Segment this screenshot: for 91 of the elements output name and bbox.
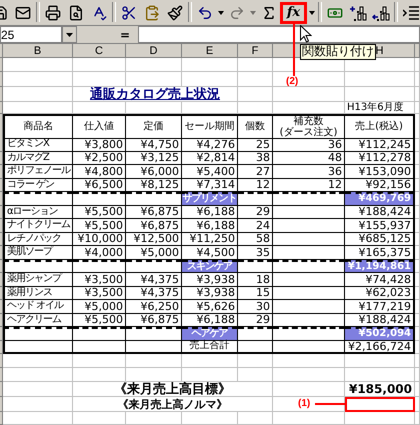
table-cell: ¥3,800 [73, 138, 126, 152]
target-label: 《来月売上高目標》 [73, 382, 273, 397]
table-cell: ¥2,500 [73, 152, 126, 165]
table-cell: ¥153,090 [345, 165, 415, 178]
table-cell: 29 [238, 314, 273, 327]
table-cell: ¥6,188 [182, 219, 238, 232]
table-cell: 58 [238, 232, 273, 246]
table-cell: ¥3,938 [182, 286, 238, 300]
table-cell: ¥4,000 [73, 246, 126, 260]
period-label: H13年6月度 [345, 102, 415, 114]
equals-sign: = [118, 26, 131, 43]
table-cell: 38 [238, 152, 273, 165]
product-name: ナイトクリーム [3, 219, 73, 232]
product-name: 薬用シャンプ [3, 273, 73, 286]
product-name: ヘアクリーム [3, 314, 73, 327]
total-amount: ¥2,166,724 [345, 340, 415, 354]
table-cell: ¥188,424 [345, 206, 415, 219]
table-cell: ¥3,500 [73, 273, 126, 286]
table-cell: 25 [238, 138, 273, 152]
table-cell: ¥155,937 [345, 219, 415, 232]
product-name: 薬用リンス [3, 286, 73, 300]
table-cell: 18 [238, 273, 273, 286]
table-cell: 12 [273, 178, 345, 192]
sheet-title: 通販カタログ売上状況 [73, 87, 238, 102]
table-cell: ¥5,626 [182, 300, 238, 314]
table-cell: ¥74,428 [345, 273, 415, 286]
subtotal-amount: ¥1,194,861 [345, 260, 415, 273]
callout-label: (1) [298, 398, 310, 409]
table-cell: 36 [273, 138, 345, 152]
table-cell: ¥3,500 [73, 286, 126, 300]
column-heading: セール期間 [182, 114, 238, 139]
table-cell: ¥4,800 [73, 165, 126, 178]
category-label: スキンケア [182, 260, 238, 273]
table-cell: 15 [238, 286, 273, 300]
table-cell: 48 [273, 152, 345, 165]
table-cell: ¥4,375 [126, 273, 182, 286]
column-heading: 商品名 [3, 114, 73, 139]
table-cell: ¥62,023 [345, 286, 415, 300]
table-cell: ¥6,875 [126, 314, 182, 327]
table-cell: ¥10,000 [73, 232, 126, 246]
table-cell: ¥4,750 [126, 138, 182, 152]
table-cell: ¥11,250 [182, 232, 238, 246]
table-cell: ¥685,125 [345, 232, 415, 246]
table-cell: ¥6,000 [126, 165, 182, 178]
table-cell: ¥6,875 [126, 206, 182, 219]
table-cell: ¥2,814 [182, 152, 238, 165]
category-label: サプリメント [182, 192, 238, 206]
product-name: 美肌ソープ [3, 246, 73, 260]
column-heading: 売上(税込) [345, 114, 415, 139]
table-cell: ¥5,000 [73, 300, 126, 314]
callout-label: (2) [286, 76, 298, 87]
subtotal-amount: ¥502,094 [345, 327, 415, 340]
table-cell: ¥112,245 [345, 138, 415, 152]
table-cell: ¥12,500 [126, 232, 182, 246]
table-cell: ¥177,219 [345, 300, 415, 314]
table-cell: 36 [273, 165, 345, 178]
table-cell: 24 [238, 219, 273, 232]
table-cell: ¥4,276 [182, 138, 238, 152]
target-label: 《来月売上高ノルマ》 [73, 397, 273, 412]
table-cell: 30 [238, 300, 273, 314]
column-heading: 仕入値 [73, 114, 126, 139]
table-cell: ¥6,500 [73, 178, 126, 192]
product-name: コラー ゲン [3, 178, 73, 192]
table-cell: 27 [238, 165, 273, 178]
table-cell: ¥5,400 [182, 165, 238, 178]
table-cell: ¥6,188 [182, 206, 238, 219]
table-cell: ¥4,375 [126, 286, 182, 300]
table-cell: 29 [238, 206, 273, 219]
product-name: カルマグZ [3, 152, 73, 165]
tooltip: 関数貼り付け [300, 44, 376, 60]
table-cell: ¥3,125 [126, 152, 182, 165]
column-heading: 個数 [238, 114, 273, 139]
product-name: ポリフェノール [3, 165, 73, 178]
table-cell: ¥5,500 [73, 314, 126, 327]
table-cell: ¥5,500 [73, 219, 126, 232]
table-cell: ¥6,875 [126, 219, 182, 232]
product-name: ヘッド オイル [3, 300, 73, 314]
table-cell: ¥3,938 [182, 273, 238, 286]
table-cell: 12 [238, 178, 273, 192]
category-label: ヘアケア [182, 327, 238, 340]
product-name: レチノパック [3, 232, 73, 246]
column-heading: 補充数 (ダース注文) [273, 114, 345, 139]
table-cell: 35 [238, 246, 273, 260]
table-cell: ¥6,250 [126, 300, 182, 314]
subtotal-amount: ¥469,769 [345, 192, 415, 206]
column-heading: 定価 [126, 114, 182, 139]
product-name: αローション [3, 206, 73, 219]
table-cell: ¥8,125 [126, 178, 182, 192]
table-cell: ¥5,500 [73, 206, 126, 219]
table-cell: ¥112,278 [345, 152, 415, 165]
table-cell: ¥5,000 [126, 246, 182, 260]
